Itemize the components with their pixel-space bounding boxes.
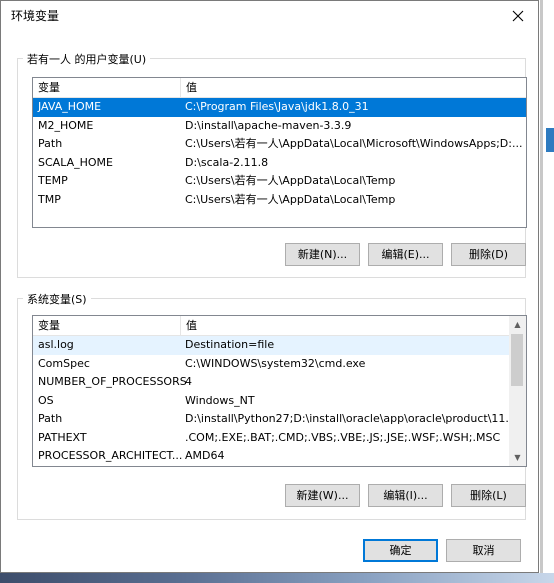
system-variables-list[interactable]: 变量 值 asl.log Destination=file ComSpec C:\WI… xyxy=(32,315,527,467)
table-row[interactable]: SCALA_HOME D:\scala-2.11.8 xyxy=(33,154,526,173)
table-row[interactable]: OS Windows_NT xyxy=(33,392,509,411)
variable-value: C:\Users\若有一人\AppData\Local\Microsoft\Wi… xyxy=(185,137,523,150)
scroll-down-arrow-icon[interactable]: ▼ xyxy=(509,449,526,466)
close-icon xyxy=(512,10,524,22)
variable-name: M2_HOME xyxy=(38,118,94,132)
list-header: 变量 值 xyxy=(33,78,526,98)
variable-value: C:\Program Files\Java\jdk1.8.0_31 xyxy=(185,100,369,113)
variable-value: C:\Users\若有一人\AppData\Local\Temp xyxy=(185,174,396,187)
desktop-background xyxy=(0,573,554,583)
variable-value: C:\WINDOWS\system32\cmd.exe xyxy=(185,356,366,370)
variable-name: TMP xyxy=(38,192,61,206)
table-row[interactable]: TMP C:\Users\若有一人\AppData\Local\Temp xyxy=(33,191,526,210)
variable-value: D:\install\Python27;D:\install\oracle\ap… xyxy=(185,412,509,425)
table-row[interactable]: PROCESSOR_ARCHITECT... AMD64 xyxy=(33,447,509,466)
variable-name: Path xyxy=(38,137,63,150)
variable-value: Destination=file xyxy=(185,338,275,351)
background-window-edge xyxy=(540,0,554,583)
table-row[interactable]: JAVA_HOME C:\Program Files\Java\jdk1.8.0_… xyxy=(33,98,526,117)
table-row[interactable]: PATHEXT .COM;.EXE;.BAT;.CMD;.VBS;.VBE;.JS… xyxy=(33,429,509,448)
variable-value: .COM;.EXE;.BAT;.CMD;.VBS;.VBE;.JS;.JSE;.… xyxy=(185,430,501,444)
variable-name: ComSpec xyxy=(38,356,90,370)
variable-name: PATHEXT xyxy=(38,430,87,444)
column-header-variable[interactable]: 变量 xyxy=(33,316,181,335)
variable-name: PROCESSOR_ARCHITECT... xyxy=(38,449,183,462)
scroll-thumb[interactable] xyxy=(511,334,523,386)
variable-value: D:\install\apache-maven-3.3.9 xyxy=(185,118,352,132)
variable-name: OS xyxy=(38,393,54,407)
table-row[interactable]: ComSpec C:\WINDOWS\system32\cmd.exe xyxy=(33,355,509,374)
table-row[interactable]: TEMP C:\Users\若有一人\AppData\Local\Temp xyxy=(33,172,526,191)
table-row[interactable]: asl.log Destination=file xyxy=(33,336,509,355)
cancel-button[interactable]: 取消 xyxy=(446,539,521,562)
variable-value: AMD64 xyxy=(185,449,225,462)
column-header-value[interactable]: 值 xyxy=(181,316,197,335)
window-title: 环境变量 xyxy=(11,9,60,23)
user-edit-button[interactable]: 编辑(E)... xyxy=(368,243,443,266)
variable-value: 4 xyxy=(185,375,192,388)
vertical-scrollbar[interactable]: ▲ ▼ xyxy=(509,316,526,466)
variable-value: Windows_NT xyxy=(185,393,255,407)
system-edit-button[interactable]: 编辑(I)... xyxy=(368,484,443,507)
variable-name: NUMBER_OF_PROCESSORS xyxy=(38,375,187,388)
table-row[interactable]: M2_HOME D:\install\apache-maven-3.3.9 xyxy=(33,117,526,136)
variable-name: TEMP xyxy=(38,174,68,187)
variable-name: Path xyxy=(38,412,63,425)
user-variables-list[interactable]: 变量 值 JAVA_HOME C:\Program Files\Java\jdk1… xyxy=(32,77,527,228)
variable-value: D:\scala-2.11.8 xyxy=(185,155,269,169)
column-header-value[interactable]: 值 xyxy=(181,78,197,97)
system-new-button[interactable]: 新建(W)... xyxy=(285,484,360,507)
table-row[interactable]: Path D:\install\Python27;D:\install\oracl… xyxy=(33,410,509,429)
table-row[interactable]: Path C:\Users\若有一人\AppData\Local\Microsof… xyxy=(33,135,526,154)
variable-name: SCALA_HOME xyxy=(38,155,113,169)
ok-button[interactable]: 确定 xyxy=(363,539,438,562)
environment-variables-dialog: 环境变量 若有一人 的用户变量(U) 变量 值 JAVA_HOME C:\Prog… xyxy=(0,0,539,573)
user-variables-label: 若有一人 的用户变量(U) xyxy=(23,51,151,67)
user-delete-button[interactable]: 删除(D) xyxy=(451,243,526,266)
system-delete-button[interactable]: 删除(L) xyxy=(451,484,526,507)
scroll-up-arrow-icon[interactable]: ▲ xyxy=(509,316,526,333)
close-button[interactable] xyxy=(498,1,538,31)
system-variables-label: 系统变量(S) xyxy=(23,291,91,307)
table-row[interactable]: NUMBER_OF_PROCESSORS 4 xyxy=(33,373,509,392)
variable-value: C:\Users\若有一人\AppData\Local\Temp xyxy=(185,192,396,206)
column-header-variable[interactable]: 变量 xyxy=(33,78,181,97)
user-new-button[interactable]: 新建(N)... xyxy=(285,243,360,266)
variable-name: asl.log xyxy=(38,338,74,351)
list-header: 变量 值 xyxy=(33,316,526,336)
variable-name: JAVA_HOME xyxy=(38,100,102,113)
title-bar[interactable]: 环境变量 xyxy=(1,1,538,31)
